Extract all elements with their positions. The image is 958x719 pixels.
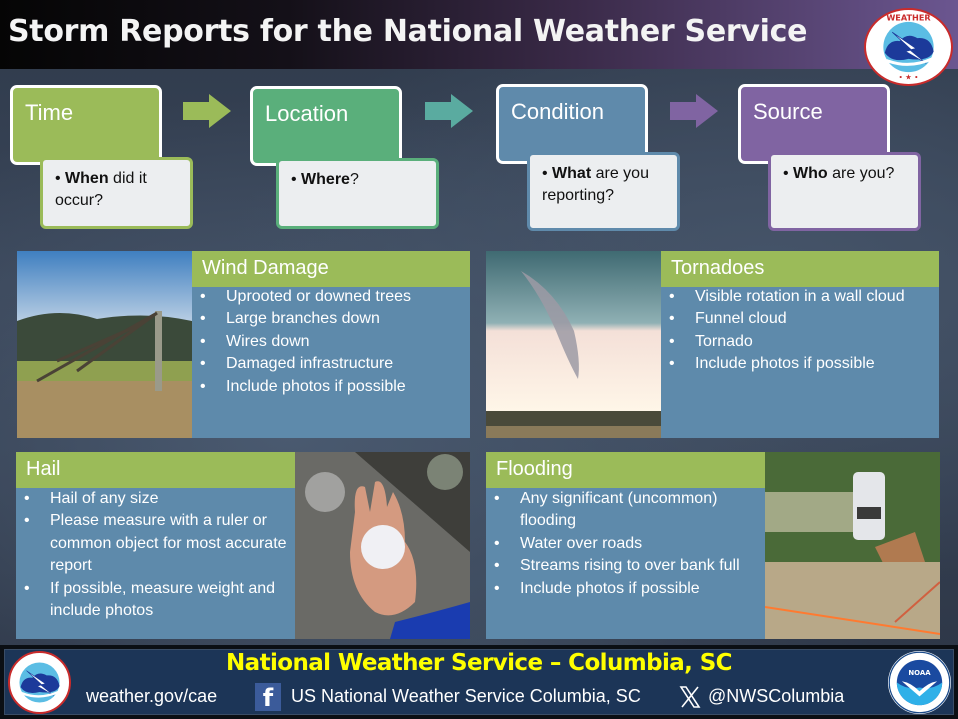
flow-source-label: Source <box>753 99 823 124</box>
arrow-right-icon <box>670 94 718 128</box>
flow-condition-bold: What <box>552 165 592 182</box>
flow-condition-label: Condition <box>511 99 604 124</box>
tornado-list: Visible rotation in a wall cloud Funnel … <box>661 286 939 376</box>
flow-location-text: ? <box>349 171 359 188</box>
flow-time-detail: • When did it occur? <box>40 157 193 229</box>
tornado-funnel-photo <box>486 251 661 438</box>
list-item: Wires down <box>192 331 470 354</box>
flow-time-header: Time <box>10 85 162 165</box>
list-item: Large branches down <box>192 308 470 331</box>
flooding-title: Flooding <box>486 452 765 488</box>
list-item: Visible rotation in a wall cloud <box>661 286 939 309</box>
hail-title: Hail <box>16 452 295 488</box>
hail-in-hand-photo <box>295 452 470 639</box>
list-item: Any significant (uncommon) flooding <box>486 488 765 533</box>
flow-location-bold: Where <box>301 171 350 188</box>
page-title: Storm Reports for the National Weather S… <box>8 14 808 49</box>
nws-logo-icon: WEATHER • ★ • <box>864 8 953 86</box>
noaa-logo-icon: NOAA <box>888 651 951 714</box>
list-item: Funnel cloud <box>661 308 939 331</box>
wind-damage-title: Wind Damage <box>192 251 470 287</box>
tornado-title: Tornadoes <box>661 251 939 287</box>
arrow-right-icon <box>183 94 231 128</box>
wind-damage-list: Uprooted or downed trees Large branches … <box>192 286 470 398</box>
list-item: Include photos if possible <box>486 578 765 601</box>
x-twitter-icon[interactable] <box>678 685 702 709</box>
list-item: Hail of any size <box>16 488 295 511</box>
list-item: Include photos if possible <box>192 376 470 399</box>
fallen-tree-photo <box>17 251 192 438</box>
svg-text:NOAA: NOAA <box>908 669 931 677</box>
list-item: Uprooted or downed trees <box>192 286 470 309</box>
flooding-list: Any significant (uncommon) flooding Wate… <box>486 488 765 600</box>
flow-time-bold: When <box>65 170 109 187</box>
flow-condition-detail: • What are you reporting? <box>527 152 680 231</box>
list-item: Include photos if possible <box>661 353 939 376</box>
list-item: Tornado <box>661 331 939 354</box>
svg-text:WEATHER: WEATHER <box>886 12 931 22</box>
flow-source-text: are you? <box>827 165 895 182</box>
flow-location-label: Location <box>265 101 349 126</box>
svg-text:• ★ •: • ★ • <box>898 73 918 82</box>
list-item: Damaged infrastructure <box>192 353 470 376</box>
list-item: If possible, measure weight and include … <box>16 578 295 623</box>
facebook-link[interactable]: US National Weather Service Columbia, SC <box>291 686 641 707</box>
list-item: Water over roads <box>486 533 765 556</box>
flow-location-header: Location <box>250 86 402 166</box>
flow-location-detail: • Where? <box>276 158 439 229</box>
list-item: Streams rising to over bank full <box>486 555 765 578</box>
website-link[interactable]: weather.gov/cae <box>86 686 217 707</box>
list-item: Please measure with a ruler or common ob… <box>16 510 295 577</box>
arrow-right-icon <box>425 94 473 128</box>
footer-title: National Weather Service – Columbia, SC <box>226 650 733 676</box>
flooded-car-photo <box>765 452 940 639</box>
flow-source-bold: Who <box>793 165 828 182</box>
facebook-icon[interactable]: f <box>255 683 281 712</box>
twitter-link[interactable]: @NWSColumbia <box>708 686 844 707</box>
hail-list: Hail of any size Please measure with a r… <box>16 488 295 622</box>
flow-source-detail: • Who are you? <box>768 152 921 231</box>
flow-time-label: Time <box>25 100 74 125</box>
